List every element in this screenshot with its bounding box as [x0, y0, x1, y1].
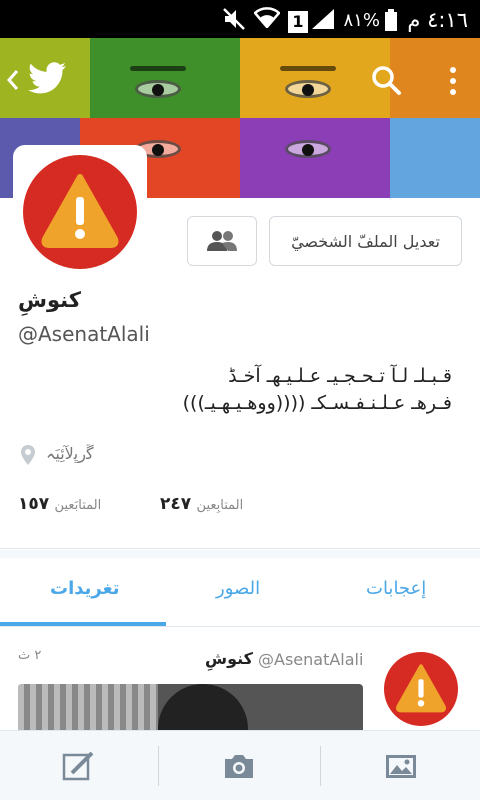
people-button[interactable]: [187, 216, 257, 266]
compose-icon: [62, 751, 94, 781]
profile-bio: قـبـلـ لـآ تـحـجـيـ عـلـيـهـ آخـڈ فـرهـ …: [22, 363, 452, 417]
tab-media[interactable]: الصور: [216, 578, 260, 599]
overflow-menu-icon[interactable]: [448, 66, 458, 100]
profile-handle: @AsenatAlali: [18, 322, 150, 346]
sim-slot: 1: [288, 11, 308, 33]
edit-profile-label: تعديل الملفّ الشخصيّ: [291, 231, 440, 251]
banner-tile-yellow: [240, 38, 480, 118]
gallery-icon: [386, 755, 416, 778]
status-bar: ٤:١٦ م ٨١% 1: [0, 0, 480, 38]
battery-percent: ٨١%: [343, 10, 380, 31]
camera-button[interactable]: [160, 731, 318, 801]
signal-icon: [312, 9, 334, 34]
tweet-item[interactable]: ٢ ث @AsenatAlali كنوشِ: [0, 630, 480, 730]
separator: [320, 746, 321, 786]
warning-icon: [396, 664, 446, 713]
banner-tile-purple: [240, 118, 480, 198]
sim-icon: 1: [288, 8, 308, 33]
bio-line-2: فـرهـ عـلـنـفـسـكـ ((((ووهـيـهـيـ))): [182, 392, 452, 414]
wifi-icon: [253, 6, 281, 33]
status-time: ٤:١٦ م: [407, 8, 468, 32]
camera-icon: [225, 755, 253, 778]
tweet-handle: @AsenatAlali: [258, 650, 364, 669]
display-name: كنوشِ: [18, 288, 81, 312]
gallery-button[interactable]: [322, 731, 480, 801]
following-stat[interactable]: المتابِعين ٢٤٧: [160, 494, 243, 514]
warning-icon: [41, 174, 119, 248]
followers-label: المتابَعين: [54, 498, 102, 513]
battery-icon: [384, 9, 398, 36]
back-icon[interactable]: [6, 68, 20, 96]
following-label: المتابِعين: [196, 498, 244, 513]
location-pin-icon: [21, 445, 35, 465]
people-icon: [207, 231, 237, 251]
twitter-bird-icon[interactable]: [28, 62, 68, 100]
followers-stat[interactable]: المتابَعين ١٥٧: [18, 494, 101, 514]
tab-tweets[interactable]: تغريدات: [50, 578, 120, 599]
divider: [0, 548, 480, 549]
bio-line-1: قـبـلـ لـآ تـحـجـيـ عـلـيـهـ آخـڈ: [228, 365, 452, 387]
mute-icon: [222, 8, 246, 35]
separator: [158, 746, 159, 786]
tweet-time: ٢ ث: [18, 648, 42, 663]
edit-profile-button[interactable]: تعديل الملفّ الشخصيّ: [269, 216, 462, 266]
followers-count: ١٥٧: [18, 494, 50, 514]
search-icon[interactable]: [370, 64, 402, 100]
tweet-media[interactable]: [18, 684, 363, 730]
divider: [0, 626, 480, 627]
compose-button[interactable]: [0, 731, 158, 801]
bottom-action-bar: [0, 730, 480, 800]
tweet-avatar[interactable]: [384, 652, 458, 726]
location: ﮜرﭜلآئِيَہ: [20, 444, 94, 468]
tweet-author-name: كنوشِ: [205, 649, 253, 668]
following-count: ٢٤٧: [160, 494, 192, 514]
location-text: ﮜرﭜلآئِيَہ: [46, 444, 94, 463]
section-gap: [0, 550, 480, 558]
avatar[interactable]: [13, 145, 147, 279]
profile-tabs: تغريدات الصور إعجابات: [0, 558, 480, 628]
tab-likes[interactable]: إعجابات: [366, 578, 426, 599]
avatar-image: [23, 155, 137, 269]
